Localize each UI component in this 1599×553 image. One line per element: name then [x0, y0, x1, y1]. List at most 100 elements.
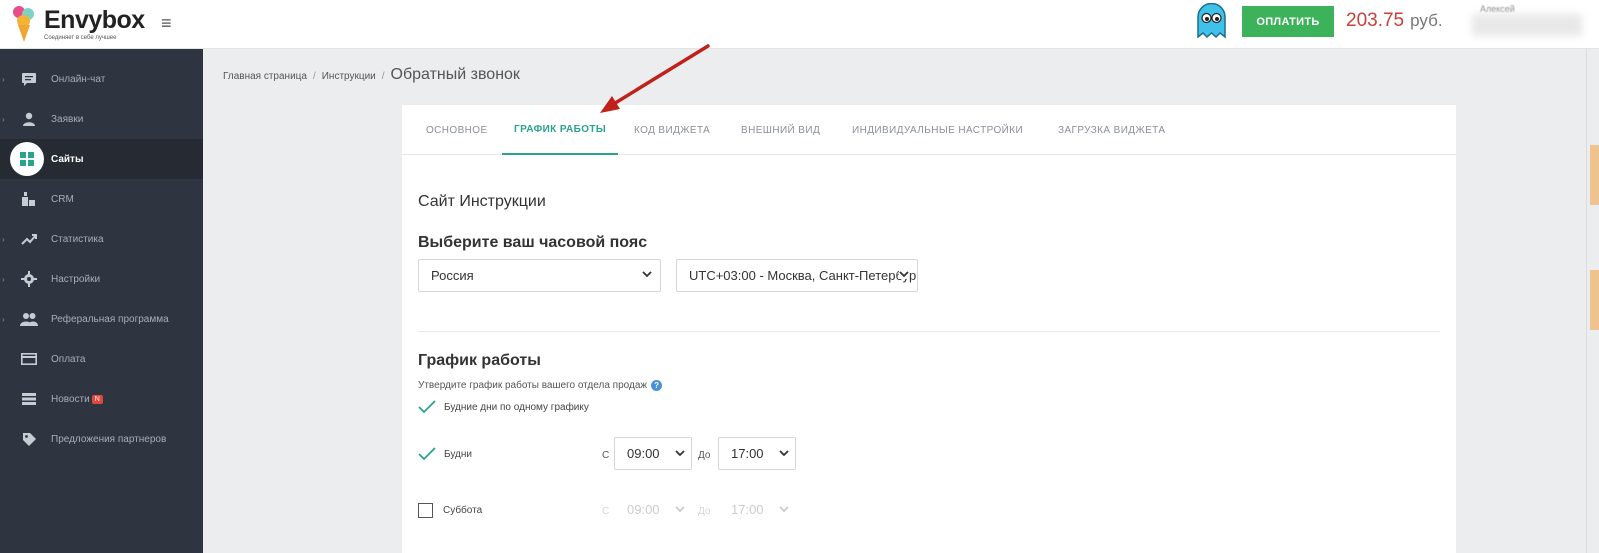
from-label: С	[602, 450, 610, 461]
sidebar-item-sites[interactable]: Сайты	[0, 139, 203, 179]
breadcrumb: Главная страница / Инструкции / Обратный…	[223, 66, 520, 84]
tab-widget-loading[interactable]: ЗАГРУЗКА ВИДЖЕТА	[1058, 105, 1165, 155]
gear-icon	[18, 268, 40, 290]
saturday-from-select[interactable]: 09:00	[614, 493, 692, 526]
same-schedule-checkbox[interactable]: Будние дни по одному графику	[418, 400, 589, 414]
saturday-from-value: 09:00	[627, 502, 660, 517]
chevron-down-icon	[779, 448, 789, 458]
to-label: До	[698, 506, 711, 517]
trending-icon	[18, 228, 40, 250]
expand-arrow-icon: ›	[2, 74, 5, 84]
site-title: Сайт Инструкции	[418, 193, 546, 210]
logo-tagline: Соединяет в себе лучшее	[44, 35, 117, 41]
help-icon[interactable]: ?	[651, 380, 663, 391]
sidebar: › Онлайн-чат › Заявки Сайты CRM › Статис…	[0, 49, 203, 553]
side-tab-marker[interactable]	[1590, 145, 1599, 205]
top-bar: Envybox Соединяет в себе лучшее ≡ ОПЛАТИ…	[0, 0, 1599, 49]
from-label: С	[602, 506, 610, 517]
checkbox-unchecked-icon	[418, 503, 433, 518]
checkmark-icon	[418, 400, 436, 414]
chevron-down-icon	[675, 448, 685, 458]
sidebar-item-label: Статистика	[51, 233, 104, 245]
tab-main[interactable]: ОСНОВНОЕ	[426, 105, 488, 155]
pay-button[interactable]: ОПЛАТИТЬ	[1242, 6, 1334, 37]
annotation-arrow-icon	[600, 44, 710, 113]
ice-cream-logo-icon	[12, 4, 36, 44]
sidebar-item-online-chat[interactable]: › Онлайн-чат	[0, 59, 203, 99]
section-divider	[418, 331, 1440, 332]
sidebar-item-statistics[interactable]: › Статистика	[0, 219, 203, 259]
breadcrumb-separator: /	[312, 71, 316, 82]
tab-individual-settings[interactable]: ИНДИВИДУАЛЬНЫЕ НАСТРОЙКИ	[852, 105, 1023, 155]
sidebar-item-label: Заявки	[51, 113, 84, 125]
breadcrumb-parent[interactable]: Инструкции	[322, 71, 376, 82]
weekdays-to-select[interactable]: 17:00	[718, 437, 796, 470]
weekdays-from-select[interactable]: 09:00	[614, 437, 692, 470]
weekdays-checkbox[interactable]: Будни	[418, 447, 472, 461]
timezone-value: UTC+03:00 - Москва, Санкт-Петербург	[689, 268, 918, 283]
user-name[interactable]: Алексей	[1480, 4, 1515, 14]
sidebar-item-news[interactable]: Новости N	[0, 379, 203, 419]
sidebar-item-partner-offers[interactable]: Предложения партнеров	[0, 419, 203, 459]
to-label: До	[698, 450, 711, 461]
country-value: Россия	[431, 268, 474, 283]
tab-appearance[interactable]: ВНЕШНИЙ ВИД	[741, 105, 820, 155]
breadcrumb-separator: /	[381, 71, 385, 82]
sidebar-item-label: CRM	[51, 193, 74, 205]
sidebar-item-label: Предложения партнеров	[51, 433, 167, 445]
sidebar-item-settings[interactable]: › Настройки	[0, 259, 203, 299]
ghost-avatar-icon[interactable]	[1195, 3, 1228, 39]
expand-arrow-icon: ›	[2, 114, 5, 124]
sidebar-item-label: Онлайн-чат	[51, 73, 106, 85]
balance-amount: 203.75	[1346, 10, 1405, 31]
settings-card: ОСНОВНОЕ ГРАФИК РАБОТЫ КОД ВИДЖЕТА ВНЕШН…	[402, 105, 1456, 553]
saturday-label: Суббота	[443, 505, 483, 516]
expand-arrow-icon: ›	[2, 314, 5, 324]
grid-icon	[10, 142, 44, 176]
saturday-to-value: 17:00	[731, 502, 764, 517]
sidebar-item-label: Оплата	[51, 353, 86, 365]
hamburger-icon[interactable]: ≡	[161, 13, 172, 34]
timezone-title: Выберите ваш часовой пояс	[418, 234, 648, 251]
schedule-description: Утвердите график работы вашего отдела пр…	[418, 380, 663, 391]
schedule-title: График работы	[418, 352, 541, 369]
expand-arrow-icon: ›	[2, 274, 5, 284]
balance: 203.75 руб.	[1346, 10, 1443, 32]
sidebar-item-label: Новости N	[51, 394, 103, 405]
timezone-select[interactable]: UTC+03:00 - Москва, Санкт-Петербург	[676, 259, 918, 292]
checkmark-icon	[418, 447, 436, 461]
chat-icon	[18, 68, 40, 90]
country-select[interactable]: Россия	[418, 259, 661, 292]
sidebar-item-label: Реферальная программа	[51, 313, 169, 325]
list-icon	[18, 388, 40, 410]
new-badge: N	[91, 394, 103, 404]
chevron-down-icon	[675, 506, 685, 513]
sidebar-item-referral[interactable]: › Реферальная программа	[0, 299, 203, 339]
same-schedule-label: Будние дни по одному графику	[444, 401, 589, 413]
side-tab-marker[interactable]	[1590, 270, 1599, 330]
scrollbar-track[interactable]	[1586, 49, 1587, 553]
sidebar-item-label: Сайты	[51, 153, 84, 165]
weekdays-label: Будни	[444, 448, 472, 460]
weekdays-to-value: 17:00	[731, 446, 764, 461]
tab-bar: ОСНОВНОЕ ГРАФИК РАБОТЫ КОД ВИДЖЕТА ВНЕШН…	[402, 105, 1456, 155]
saturday-to-select[interactable]: 17:00	[718, 493, 796, 526]
sidebar-item-label: Настройки	[51, 273, 101, 285]
tag-icon	[18, 428, 40, 450]
saturday-checkbox[interactable]: Суббота	[418, 503, 482, 518]
user-menu-blurred[interactable]	[1472, 14, 1582, 36]
card-icon	[18, 348, 40, 370]
breadcrumb-home[interactable]: Главная страница	[223, 71, 307, 82]
chevron-down-icon	[899, 269, 909, 279]
sidebar-item-payment[interactable]: Оплата	[0, 339, 203, 379]
people-icon	[18, 308, 40, 330]
logo-name: Envybox	[44, 6, 145, 34]
sidebar-item-crm[interactable]: CRM	[0, 179, 203, 219]
sidebar-item-requests[interactable]: › Заявки	[0, 99, 203, 139]
balance-currency: руб.	[1410, 11, 1443, 30]
page-title: Обратный звонок	[390, 66, 520, 83]
chevron-down-icon	[642, 271, 652, 278]
logo[interactable]: Envybox Соединяет в себе лучшее	[12, 4, 145, 44]
crm-icon	[18, 188, 40, 210]
user-icon	[18, 108, 40, 130]
